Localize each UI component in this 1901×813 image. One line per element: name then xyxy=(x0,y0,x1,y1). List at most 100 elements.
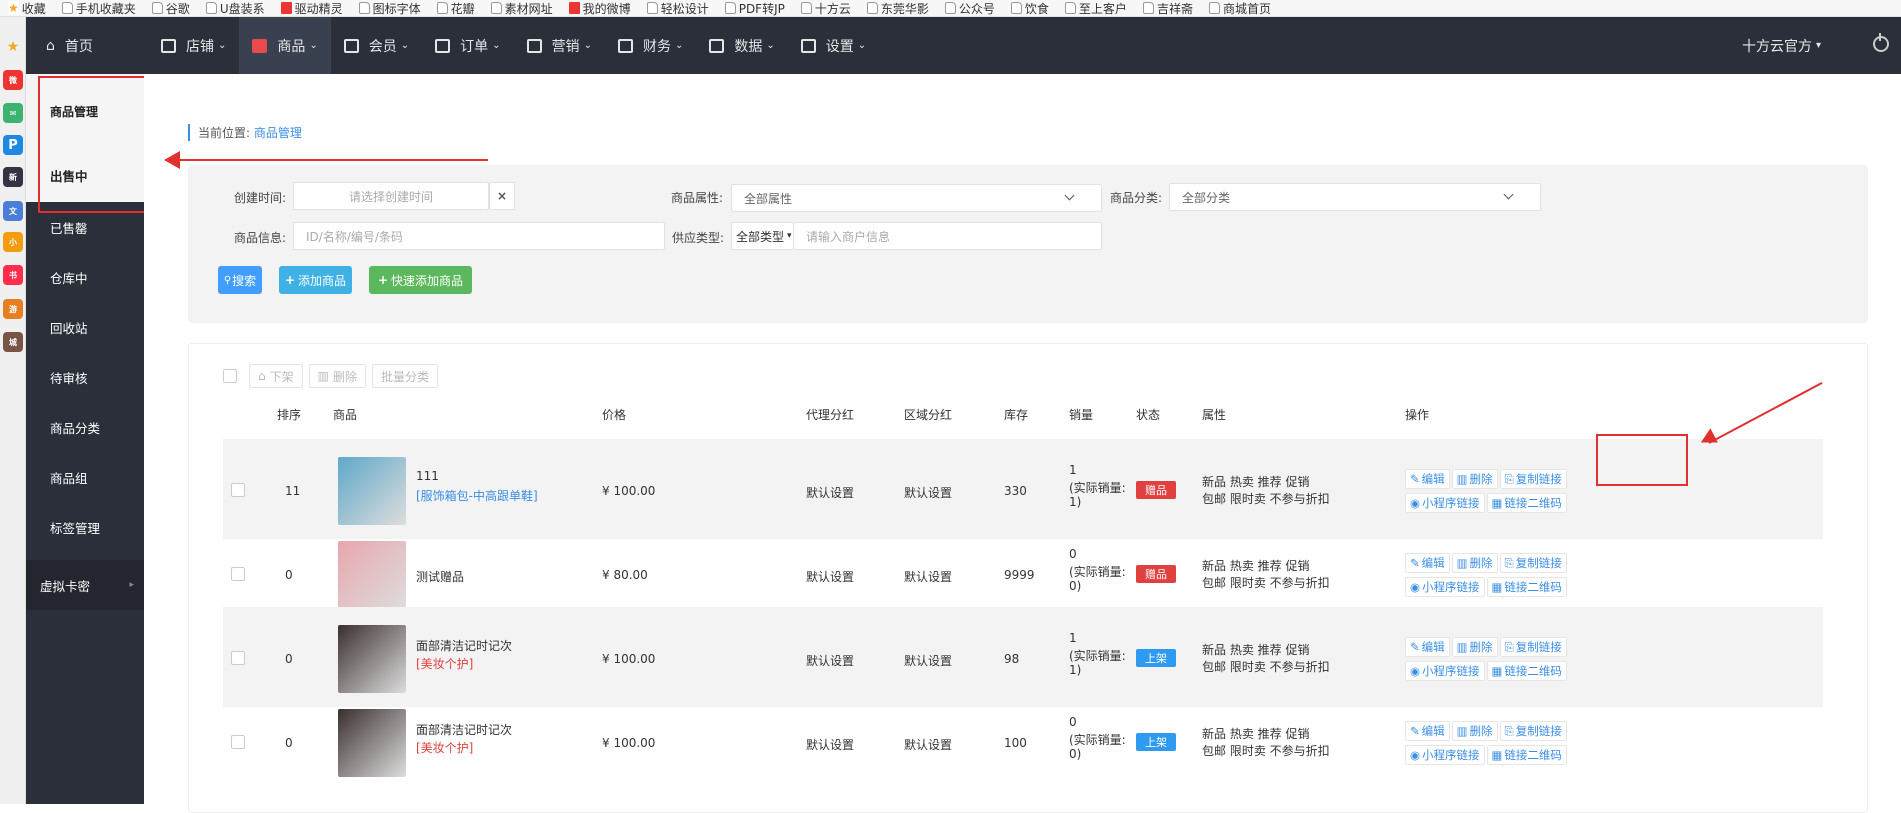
delete-button[interactable]: ▥删除 xyxy=(1452,553,1498,573)
off-shelf-button[interactable]: ⌂下架 xyxy=(249,364,303,388)
create-time-input[interactable]: 请选择创建时间 xyxy=(293,182,489,210)
power-icon[interactable] xyxy=(1873,36,1889,52)
account-menu[interactable]: 十方云官方 ▾ xyxy=(1742,17,1821,74)
sidebar-item[interactable]: 回收站 xyxy=(26,302,144,352)
p-app-icon[interactable]: P xyxy=(3,135,23,155)
delete-button[interactable]: ▥删除 xyxy=(1452,637,1498,657)
bookmark-item[interactable]: 商城首页 xyxy=(1201,0,1279,17)
delete-button[interactable]: ▥删除 xyxy=(1452,721,1498,741)
add-product-button[interactable]: +添加商品 xyxy=(279,266,352,294)
nav-item-0[interactable]: 店铺⌄ xyxy=(148,17,239,74)
row-sort: 0 xyxy=(285,652,293,666)
pencil-icon: ✎ xyxy=(1410,640,1420,654)
nav-item-5[interactable]: 财务⌄ xyxy=(605,17,696,74)
bookmark-item[interactable]: 驱动精灵 xyxy=(273,0,351,17)
sidebar-item[interactable]: 仓库中 xyxy=(26,252,144,302)
bookmark-item[interactable]: 我的微博 xyxy=(561,0,639,17)
bookmark-item[interactable]: 饮食 xyxy=(1003,0,1057,17)
qr-link-button[interactable]: ▦链接二维码 xyxy=(1487,745,1567,765)
mail-icon[interactable]: ✉ xyxy=(3,103,23,123)
doc-icon[interactable]: 文 xyxy=(3,201,23,221)
sidebar-item[interactable]: 待审核 xyxy=(26,352,144,402)
bookmark-item[interactable]: PDF转JP xyxy=(717,0,793,17)
edit-button[interactable]: ✎编辑 xyxy=(1405,721,1450,741)
folder-icon xyxy=(725,2,736,14)
bookmark-item[interactable]: ★收藏 xyxy=(0,0,54,17)
copy-link-button[interactable]: ⎘复制链接 xyxy=(1500,553,1567,573)
bookmark-item[interactable]: 手机收藏夹 xyxy=(54,0,144,17)
copy-link-button[interactable]: ⎘复制链接 xyxy=(1500,721,1567,741)
attr-select[interactable]: 全部属性 xyxy=(731,184,1102,212)
nav-item-2[interactable]: 会员⌄ xyxy=(331,17,422,74)
sidebar-item[interactable]: 标签管理 xyxy=(26,502,144,552)
row-checkbox[interactable] xyxy=(231,735,245,749)
category-select[interactable]: 全部分类 xyxy=(1169,183,1541,211)
bookmark-item[interactable]: 花瓣 xyxy=(429,0,483,17)
bookmark-item[interactable]: 至上客户 xyxy=(1057,0,1135,17)
select-all-checkbox[interactable] xyxy=(223,369,237,383)
search-button[interactable]: ⚲搜索 xyxy=(218,266,262,294)
nav-item-6[interactable]: 数据⌄ xyxy=(696,17,787,74)
info-input[interactable]: ID/名称/编号/条码 xyxy=(293,222,665,250)
bookmark-label: U盘装系 xyxy=(220,0,265,17)
qr-link-button[interactable]: ▦链接二维码 xyxy=(1487,577,1567,597)
qr-code-icon: ▦ xyxy=(1492,580,1503,594)
quick-add-button[interactable]: +快速添加商品 xyxy=(369,266,472,294)
nav-item-1[interactable]: 商品⌄ xyxy=(239,17,330,74)
batch-category-button[interactable]: 批量分类 xyxy=(372,364,438,388)
bookmark-item[interactable]: 素材网址 xyxy=(483,0,561,17)
batch-delete-button[interactable]: ▥删除 xyxy=(309,364,366,388)
xiaohongshu-icon[interactable]: 书 xyxy=(3,265,23,285)
sidebar-item[interactable]: 商品分类 xyxy=(26,402,144,452)
clear-time-button[interactable]: × xyxy=(489,182,515,210)
row-checkbox[interactable] xyxy=(231,651,245,665)
nav-item-7[interactable]: 设置⌄ xyxy=(788,17,879,74)
product-name[interactable]: 111 xyxy=(416,469,439,483)
news-icon[interactable]: 新 xyxy=(3,167,23,187)
product-thumbnail[interactable] xyxy=(338,709,406,777)
row-checkbox[interactable] xyxy=(231,483,245,497)
nav-item-3[interactable]: 订单⌄ xyxy=(422,17,513,74)
sidebar-item[interactable]: 商品组 xyxy=(26,452,144,502)
bookmark-item[interactable]: 图标字体 xyxy=(351,0,429,17)
bookmark-item[interactable]: 公众号 xyxy=(937,0,1003,17)
mini-program-link-button[interactable]: ◉小程序链接 xyxy=(1405,745,1485,765)
copy-link-button[interactable]: ⎘复制链接 xyxy=(1500,469,1567,489)
bookmark-item[interactable]: 谷歌 xyxy=(144,0,198,17)
weibo-icon[interactable]: 微 xyxy=(3,70,23,90)
mini-program-link-button[interactable]: ◉小程序链接 xyxy=(1405,577,1485,597)
delete-button[interactable]: ▥删除 xyxy=(1452,469,1498,489)
edit-button[interactable]: ✎编辑 xyxy=(1405,469,1450,489)
mini-program-link-button[interactable]: ◉小程序链接 xyxy=(1405,493,1485,513)
search-button-label: 搜索 xyxy=(232,272,256,289)
app-icon[interactable]: 城 xyxy=(3,332,23,352)
product-thumbnail[interactable] xyxy=(338,457,406,525)
bookmark-item[interactable]: 十方云 xyxy=(793,0,859,17)
bookmark-item[interactable]: 吉祥斋 xyxy=(1135,0,1201,17)
qr-link-button[interactable]: ▦链接二维码 xyxy=(1487,493,1567,513)
row-sort: 0 xyxy=(285,736,293,750)
merchant-input[interactable]: 请输入商户信息 xyxy=(793,222,1102,250)
product-name[interactable]: 面部清洁记时记次 xyxy=(416,721,512,738)
novel-icon[interactable]: 小 xyxy=(3,232,23,252)
bookmark-item[interactable]: 轻松设计 xyxy=(639,0,717,17)
nav-item-4[interactable]: 营销⌄ xyxy=(514,17,605,74)
sidebar-item-virtual-card[interactable]: 虚拟卡密 ▸ xyxy=(26,560,144,610)
product-name[interactable]: 面部清洁记时记次 xyxy=(416,637,512,654)
product-name[interactable]: 测试赠品 xyxy=(416,568,464,585)
product-thumbnail[interactable] xyxy=(338,541,406,609)
copy-link-button[interactable]: ⎘复制链接 xyxy=(1500,637,1567,657)
star-icon[interactable]: ★ xyxy=(3,37,23,57)
supply-select[interactable]: 全部类型▾ xyxy=(731,222,793,250)
nav-home[interactable]: ⌂ 首页 xyxy=(26,17,148,74)
qr-link-button[interactable]: ▦链接二维码 xyxy=(1487,661,1567,681)
bookmark-item[interactable]: U盘装系 xyxy=(198,0,273,17)
edit-button[interactable]: ✎编辑 xyxy=(1405,637,1450,657)
mini-program-link-button[interactable]: ◉小程序链接 xyxy=(1405,661,1485,681)
edit-button[interactable]: ✎编辑 xyxy=(1405,553,1450,573)
row-checkbox[interactable] xyxy=(231,567,245,581)
breadcrumb-current[interactable]: 商品管理 xyxy=(254,126,302,140)
game-icon[interactable]: 游 xyxy=(3,299,23,319)
product-thumbnail[interactable] xyxy=(338,625,406,693)
bookmark-item[interactable]: 东莞华影 xyxy=(859,0,937,17)
